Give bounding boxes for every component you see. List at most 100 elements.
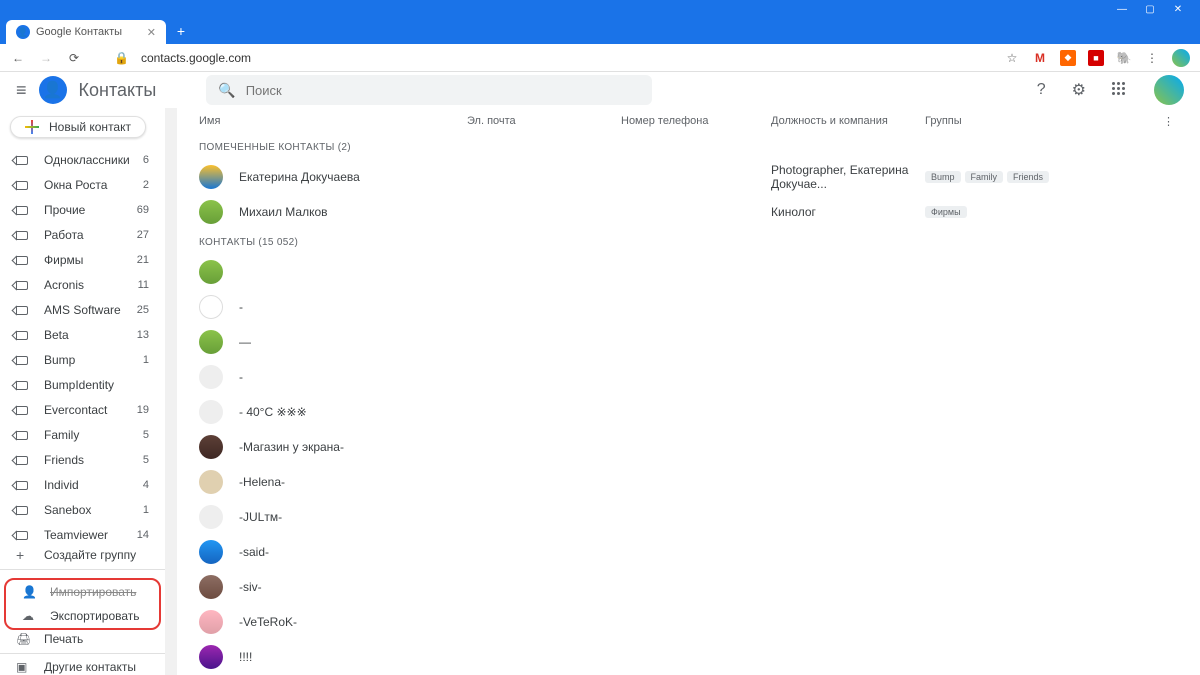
sidebar-label-item[interactable]: Beta13 bbox=[0, 323, 165, 348]
print-icon: 🖨 bbox=[16, 632, 32, 646]
contact-row[interactable]: -said- bbox=[177, 534, 1200, 569]
contact-name: - bbox=[239, 370, 243, 384]
avatar bbox=[199, 645, 223, 669]
contact-name: — bbox=[239, 335, 251, 349]
sidebar-label-item[interactable]: Individ4 bbox=[0, 473, 165, 498]
avatar bbox=[199, 330, 223, 354]
avatar bbox=[199, 470, 223, 494]
contact-row[interactable]: - 40°C ※※※ bbox=[177, 394, 1200, 429]
sidebar-item-label: Sanebox bbox=[44, 503, 143, 517]
label-icon bbox=[16, 480, 32, 490]
sidebar-label-item[interactable]: Family5 bbox=[0, 423, 165, 448]
sidebar-label-item[interactable]: Окна Роста2 bbox=[0, 173, 165, 198]
col-job: Должность и компания bbox=[771, 115, 925, 127]
tab-close-icon[interactable]: ✕ bbox=[147, 26, 156, 39]
avatar bbox=[199, 540, 223, 564]
sidebar-label-item[interactable]: Работа27 bbox=[0, 223, 165, 248]
bookmark-star-icon[interactable]: ☆ bbox=[1004, 51, 1020, 65]
extension-icon[interactable]: ◆ bbox=[1060, 50, 1076, 66]
contact-row[interactable]: -siv- bbox=[177, 569, 1200, 604]
contact-groups: BumpFamilyFriends bbox=[925, 171, 1178, 183]
contact-row[interactable]: — bbox=[177, 324, 1200, 359]
window-titlebar: — ▢ ✕ bbox=[0, 0, 1200, 18]
tab-strip: 👤 Google Контакты ✕ + bbox=[0, 18, 1200, 44]
google-apps-icon[interactable] bbox=[1112, 82, 1128, 98]
import-label: Импортировать bbox=[50, 585, 143, 599]
sidebar-scroll-gutter[interactable] bbox=[165, 108, 177, 675]
sidebar-label-item[interactable]: Фирмы21 bbox=[0, 248, 165, 273]
more-options-icon[interactable]: ⋮ bbox=[1159, 115, 1178, 128]
contact-name: -siv- bbox=[239, 580, 262, 594]
window-maximize[interactable]: ▢ bbox=[1136, 4, 1164, 15]
sidebar: Новый контакт Одноклассники6Окна Роста2П… bbox=[0, 108, 165, 675]
gmail-extension-icon[interactable]: M bbox=[1032, 50, 1048, 66]
import-button[interactable]: 👤 Импортировать bbox=[6, 580, 159, 604]
extension-icon[interactable]: ■ bbox=[1088, 50, 1104, 66]
sidebar-label-item[interactable]: Acronis11 bbox=[0, 273, 165, 298]
search-box[interactable]: 🔍 bbox=[206, 75, 652, 105]
contact-row[interactable]: - bbox=[177, 359, 1200, 394]
browser-menu-icon[interactable]: ⋮ bbox=[1144, 51, 1160, 65]
window-minimize[interactable]: — bbox=[1108, 4, 1136, 15]
contact-row[interactable]: -Магазин у экрана- bbox=[177, 429, 1200, 464]
sidebar-label-item[interactable]: Одноклассники6 bbox=[0, 148, 165, 173]
contact-row[interactable]: Екатерина Докучаева Photographer, Екатери… bbox=[177, 159, 1200, 194]
print-button[interactable]: 🖨 Печать bbox=[0, 632, 165, 647]
sidebar-label-item[interactable]: Friends5 bbox=[0, 448, 165, 473]
contact-job: Photographer, Екатерина Докучае... bbox=[771, 163, 925, 191]
nav-reload-icon[interactable]: ⟳ bbox=[66, 51, 82, 65]
sidebar-item-count: 19 bbox=[137, 404, 149, 416]
contact-name: -Helena- bbox=[239, 475, 285, 489]
sidebar-label-item[interactable]: BumpIdentity bbox=[0, 373, 165, 398]
contact-row[interactable]: -VeTeRoK- bbox=[177, 604, 1200, 639]
sidebar-item-count: 1 bbox=[143, 354, 149, 366]
contact-name: - 40°C ※※※ bbox=[239, 405, 307, 419]
help-icon[interactable]: ? bbox=[1037, 81, 1046, 99]
export-button[interactable]: ☁ Экспортировать bbox=[6, 604, 159, 628]
menu-icon[interactable]: ≡ bbox=[16, 80, 27, 101]
other-contacts-button[interactable]: ▣ Другие контакты bbox=[0, 660, 165, 675]
window-close[interactable]: ✕ bbox=[1164, 4, 1192, 15]
settings-icon[interactable]: ⚙ bbox=[1072, 80, 1086, 100]
sidebar-item-label: Individ bbox=[44, 478, 143, 492]
sidebar-item-label: Фирмы bbox=[44, 253, 137, 267]
account-avatar[interactable] bbox=[1154, 75, 1184, 105]
sidebar-label-item[interactable]: Прочие69 bbox=[0, 198, 165, 223]
sidebar-item-label: Окна Роста bbox=[44, 178, 143, 192]
sidebar-label-item[interactable]: AMS Software25 bbox=[0, 298, 165, 323]
profile-avatar-icon[interactable] bbox=[1172, 49, 1190, 67]
contact-name: Михаил Малков bbox=[239, 205, 328, 219]
url-text[interactable]: contacts.google.com bbox=[141, 51, 251, 65]
label-icon bbox=[16, 180, 32, 190]
contact-row[interactable]: -JULтм- bbox=[177, 499, 1200, 534]
sidebar-item-label: Прочие bbox=[44, 203, 137, 217]
contact-groups: Фирмы bbox=[925, 206, 1178, 218]
cloud-upload-icon: ☁ bbox=[22, 609, 38, 623]
sidebar-label-item[interactable]: Evercontact19 bbox=[0, 398, 165, 423]
browser-tab[interactable]: 👤 Google Контакты ✕ bbox=[6, 20, 166, 44]
evernote-extension-icon[interactable]: 🐘 bbox=[1116, 50, 1132, 66]
contact-name: -Магазин у экрана- bbox=[239, 440, 344, 454]
sidebar-label-item[interactable]: Sanebox1 bbox=[0, 498, 165, 523]
sidebar-label-item[interactable]: Teamviewer14 bbox=[0, 523, 165, 548]
sidebar-label-item[interactable]: Bump1 bbox=[0, 348, 165, 373]
sidebar-item-label: Beta bbox=[44, 328, 137, 342]
contact-name: Екатерина Докучаева bbox=[239, 170, 360, 184]
col-group: Группы bbox=[925, 115, 1159, 127]
nav-back-icon[interactable]: ← bbox=[10, 51, 26, 65]
contact-name: !!!! bbox=[239, 650, 252, 664]
contact-row[interactable]: -Helena- bbox=[177, 464, 1200, 499]
contact-name: -VeTeRoK- bbox=[239, 615, 297, 629]
main-content: Имя Эл. почта Номер телефона Должность и… bbox=[177, 108, 1200, 675]
contact-row[interactable]: Михаил МалковКинологФирмы bbox=[177, 194, 1200, 229]
col-phone: Номер телефона bbox=[621, 115, 771, 127]
contact-row[interactable] bbox=[177, 254, 1200, 289]
new-contact-button[interactable]: Новый контакт bbox=[10, 116, 146, 138]
nav-forward-icon[interactable]: → bbox=[38, 51, 54, 65]
contact-row[interactable]: !!!! bbox=[177, 639, 1200, 674]
create-group-button[interactable]: + Создайте группу bbox=[0, 548, 165, 563]
contact-row[interactable]: - bbox=[177, 289, 1200, 324]
search-input[interactable] bbox=[246, 83, 641, 98]
sidebar-item-count: 6 bbox=[143, 154, 149, 166]
new-tab-button[interactable]: + bbox=[170, 20, 192, 42]
